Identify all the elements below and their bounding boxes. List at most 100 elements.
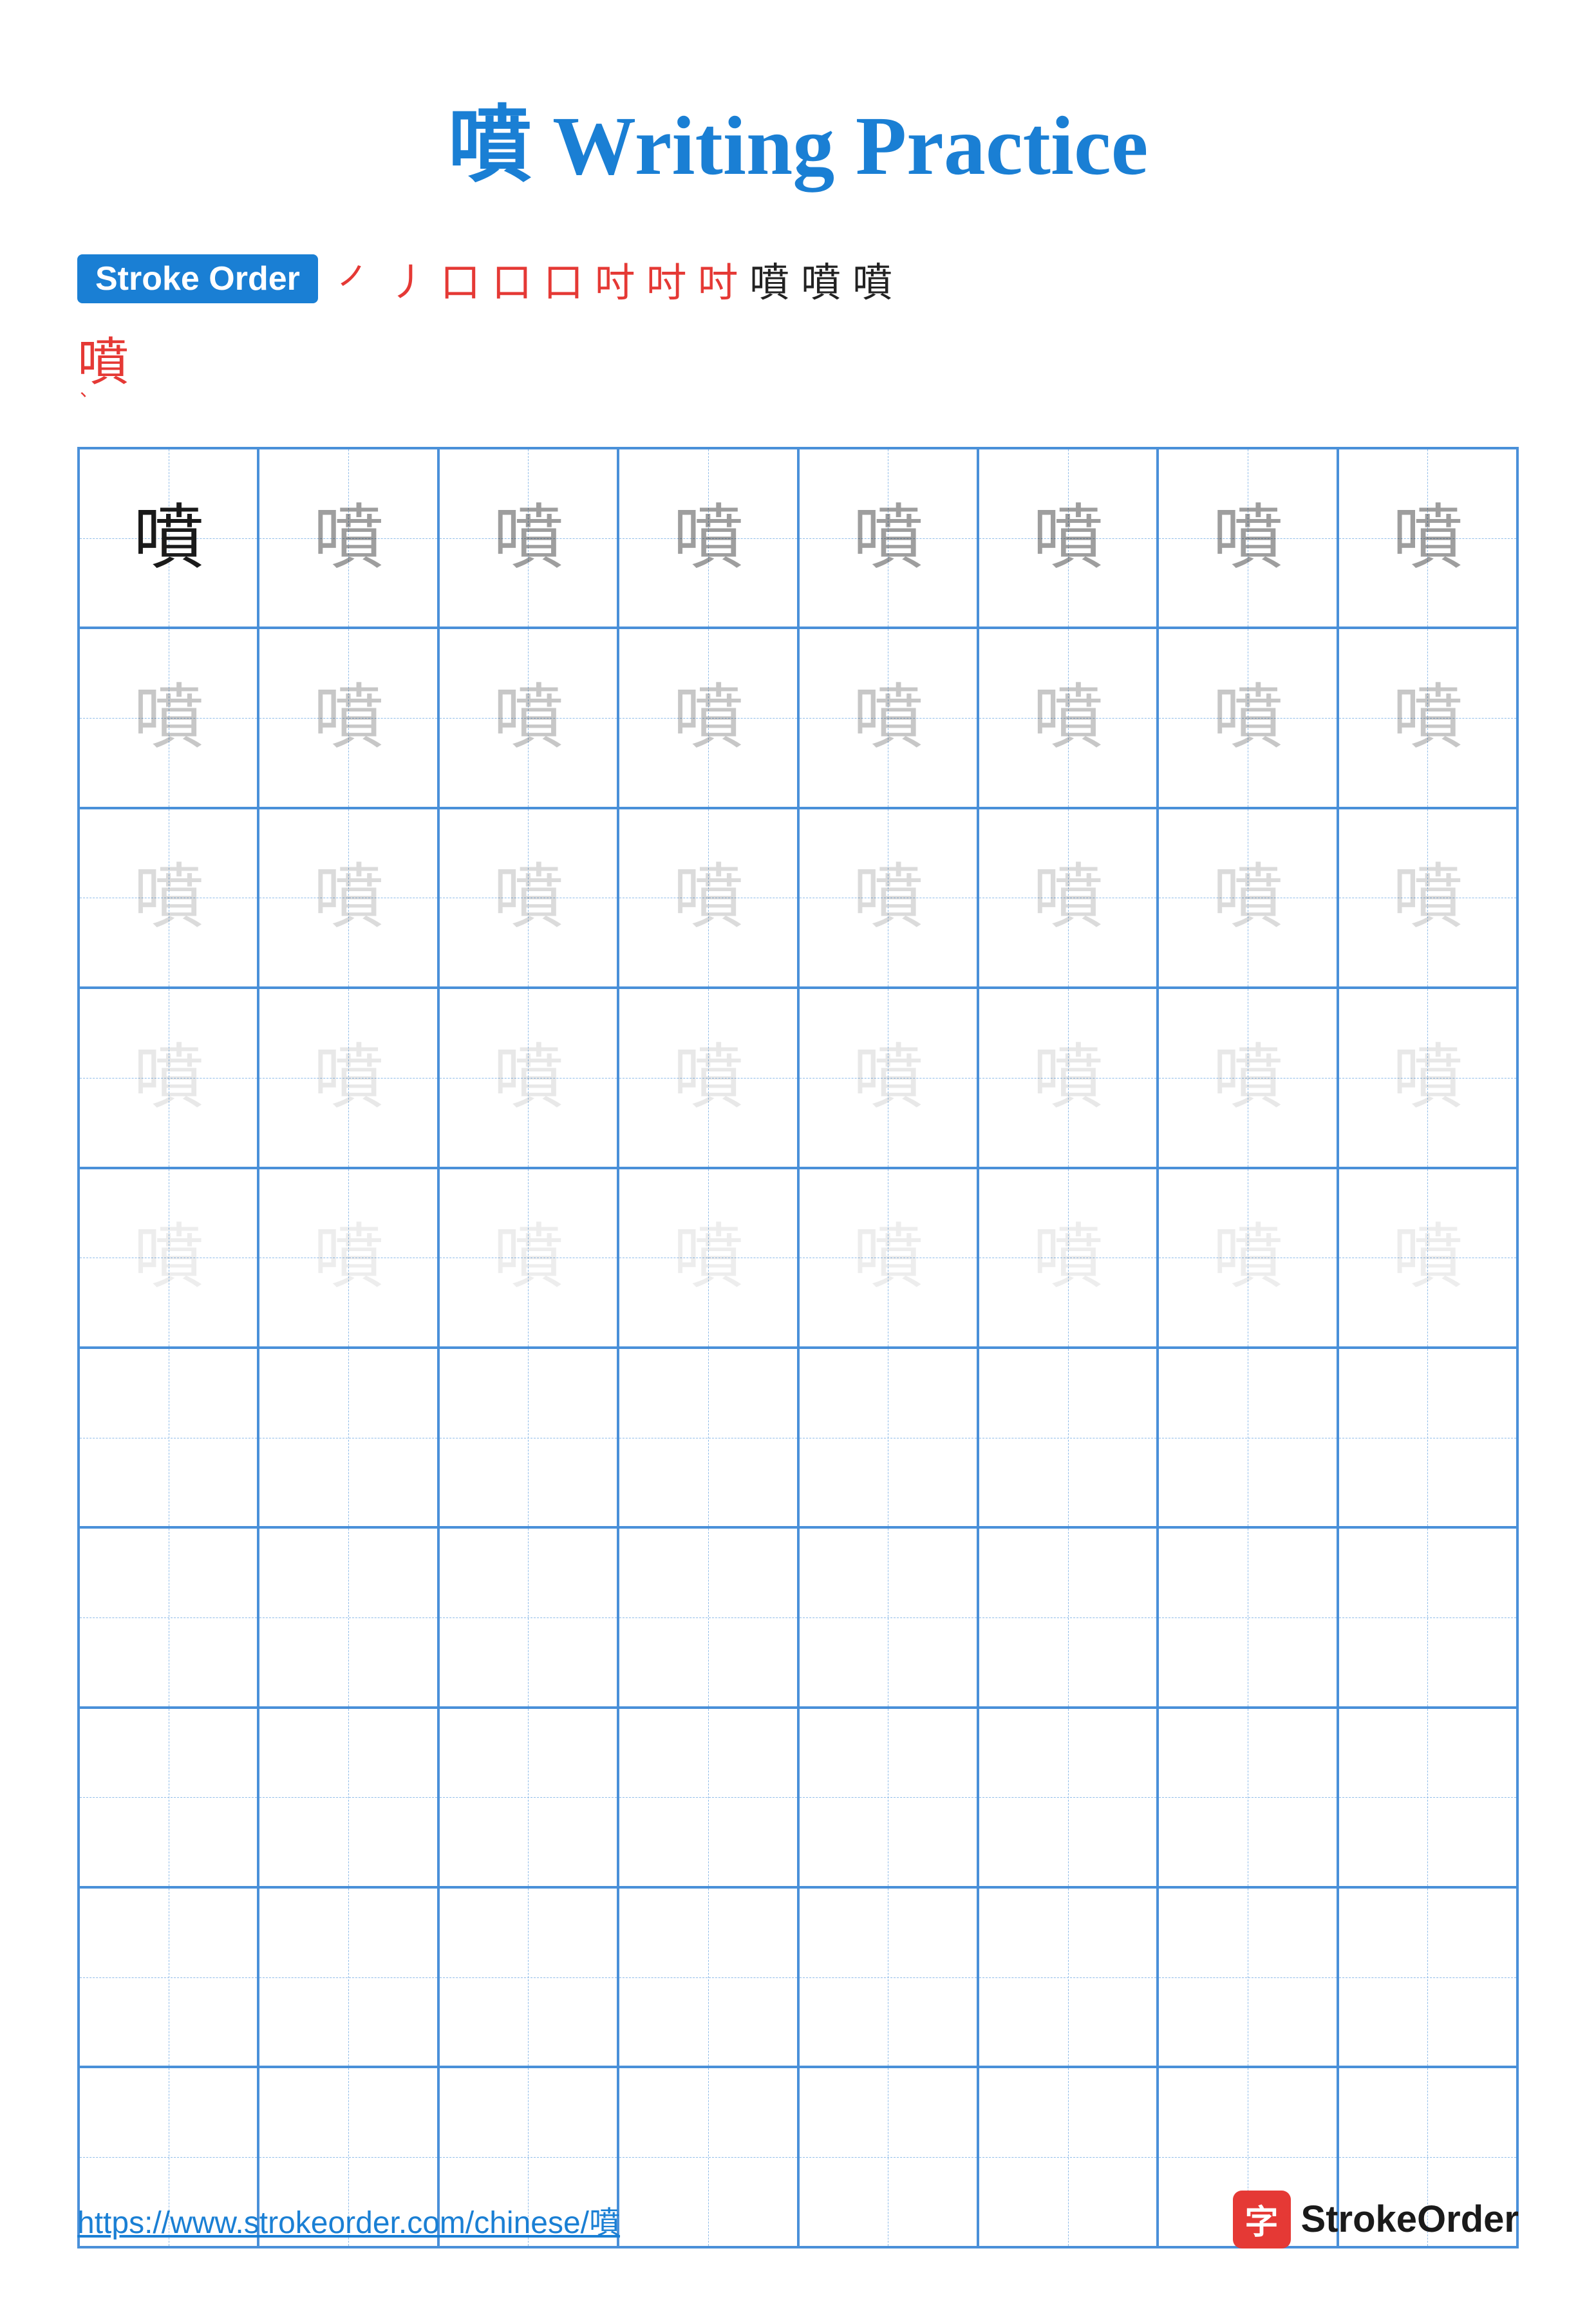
cell-char: 噴 (1392, 1222, 1463, 1293)
grid-cell[interactable] (618, 1348, 798, 1527)
seq-2: ㇓ (389, 250, 429, 308)
brand-icon: 字 (1233, 2191, 1291, 2248)
grid-cell[interactable] (1158, 1708, 1337, 1887)
brand-name: StrokeOrder (1301, 2198, 1519, 2241)
grid-cell[interactable]: 噴 (978, 808, 1158, 988)
grid-cell[interactable]: 噴 (79, 808, 258, 988)
grid-cell[interactable] (978, 1348, 1158, 1527)
grid-cell[interactable]: 噴 (978, 1168, 1158, 1348)
grid-cell[interactable]: 噴 (618, 448, 798, 628)
grid-cell[interactable] (618, 1887, 798, 2067)
grid-cell[interactable] (79, 1348, 258, 1527)
grid-cell[interactable]: 噴 (1158, 628, 1337, 807)
grid-cell[interactable] (1338, 1527, 1517, 1707)
grid-cell[interactable] (258, 1348, 438, 1527)
stroke-order-row: Stroke Order ㇒ ㇓ 口 口 口 吋 吋 吋 噴 噴 噴 (77, 250, 1519, 308)
cell-char: 噴 (493, 1042, 563, 1113)
cell-char: 噴 (673, 503, 744, 574)
grid-cell[interactable] (438, 1527, 618, 1707)
grid-cell[interactable]: 噴 (438, 988, 618, 1167)
grid-cell[interactable]: 噴 (978, 448, 1158, 628)
grid-cell[interactable] (798, 1887, 978, 2067)
grid-cell[interactable]: 噴 (258, 628, 438, 807)
grid-cell[interactable]: 噴 (798, 628, 978, 807)
grid-cell[interactable]: 噴 (618, 1168, 798, 1348)
grid-cell[interactable] (1338, 1708, 1517, 1887)
grid-cell[interactable]: 噴 (258, 1168, 438, 1348)
grid-cell[interactable] (618, 1708, 798, 1887)
grid-cell[interactable] (618, 1527, 798, 1707)
seq-11: 噴 (852, 250, 892, 308)
grid-cell[interactable] (798, 1708, 978, 1887)
grid-cell[interactable]: 噴 (438, 628, 618, 807)
grid-cell[interactable] (79, 1708, 258, 1887)
grid-cell[interactable]: 噴 (798, 1168, 978, 1348)
grid-cell[interactable] (798, 1348, 978, 1527)
grid-cell[interactable]: 噴 (258, 448, 438, 628)
grid-cell[interactable] (1158, 1887, 1337, 2067)
grid-cell[interactable]: 噴 (1338, 808, 1517, 988)
cell-char: 噴 (1212, 1042, 1283, 1113)
cell-char: 噴 (313, 1222, 384, 1293)
grid-cell[interactable]: 噴 (1158, 448, 1337, 628)
grid-cell[interactable]: 噴 (438, 1168, 618, 1348)
cell-char: 噴 (133, 1222, 204, 1293)
grid-cell[interactable] (258, 1708, 438, 1887)
grid-cell[interactable] (438, 1887, 618, 2067)
grid-cell[interactable]: 噴 (798, 448, 978, 628)
grid-cell[interactable]: 噴 (618, 628, 798, 807)
grid-cell[interactable]: 噴 (1338, 628, 1517, 807)
cell-char: 噴 (133, 503, 204, 574)
grid-cell[interactable] (438, 1348, 618, 1527)
grid-cell[interactable]: 噴 (79, 448, 258, 628)
cell-char: 噴 (852, 1222, 923, 1293)
grid-cell[interactable]: 噴 (1158, 1168, 1337, 1348)
grid-cell[interactable]: 噴 (618, 988, 798, 1167)
grid-cell[interactable] (978, 1708, 1158, 1887)
grid-cell[interactable] (258, 1527, 438, 1707)
grid-cell[interactable] (1158, 1348, 1337, 1527)
grid-cell[interactable] (1338, 1348, 1517, 1527)
grid-cell[interactable]: 噴 (798, 808, 978, 988)
grid-cell[interactable]: 噴 (258, 988, 438, 1167)
grid-cell[interactable] (978, 1527, 1158, 1707)
cell-char: 噴 (1033, 503, 1103, 574)
grid-cell[interactable]: 噴 (978, 628, 1158, 807)
grid-cell[interactable] (79, 1887, 258, 2067)
grid-cell[interactable]: 噴 (79, 1168, 258, 1348)
grid-cell[interactable] (438, 1708, 618, 1887)
grid-cell[interactable]: 噴 (79, 628, 258, 807)
grid-cell[interactable]: 噴 (1158, 808, 1337, 988)
cell-char: 噴 (493, 503, 563, 574)
grid-cell[interactable]: 噴 (1338, 448, 1517, 628)
cell-char: 噴 (133, 683, 204, 753)
grid-cell[interactable] (1338, 1887, 1517, 2067)
grid-cell[interactable]: 噴 (79, 988, 258, 1167)
grid-cell[interactable] (258, 1887, 438, 2067)
cell-char: 噴 (133, 1042, 204, 1113)
grid-cell[interactable] (1158, 1527, 1337, 1707)
cell-char: 噴 (493, 1222, 563, 1293)
grid-cell[interactable]: 噴 (978, 988, 1158, 1167)
cell-char: 噴 (1392, 1042, 1463, 1113)
grid-cell[interactable]: 噴 (1338, 1168, 1517, 1348)
seq-10: 噴 (801, 250, 841, 308)
cell-char: 噴 (673, 1042, 744, 1113)
grid-cell[interactable]: 噴 (258, 808, 438, 988)
grid-cell[interactable] (79, 1527, 258, 1707)
cell-char: 噴 (1212, 862, 1283, 933)
cell-char: 噴 (1212, 1222, 1283, 1293)
grid-cell[interactable]: 噴 (618, 808, 798, 988)
grid-cell[interactable]: 噴 (438, 808, 618, 988)
grid-cell[interactable]: 噴 (1338, 988, 1517, 1167)
grid-cell[interactable] (798, 1527, 978, 1707)
grid-cell[interactable]: 噴 (798, 988, 978, 1167)
cell-char: 噴 (673, 862, 744, 933)
footer-url[interactable]: https://www.strokeorder.com/chinese/噴 (77, 2197, 620, 2242)
grid-cell[interactable] (978, 1887, 1158, 2067)
cell-char: 噴 (1033, 1042, 1103, 1113)
grid-cell[interactable]: 噴 (1158, 988, 1337, 1167)
seq-7: 吋 (646, 250, 686, 308)
grid-cell[interactable]: 噴 (438, 448, 618, 628)
cell-char: 噴 (1033, 683, 1103, 753)
